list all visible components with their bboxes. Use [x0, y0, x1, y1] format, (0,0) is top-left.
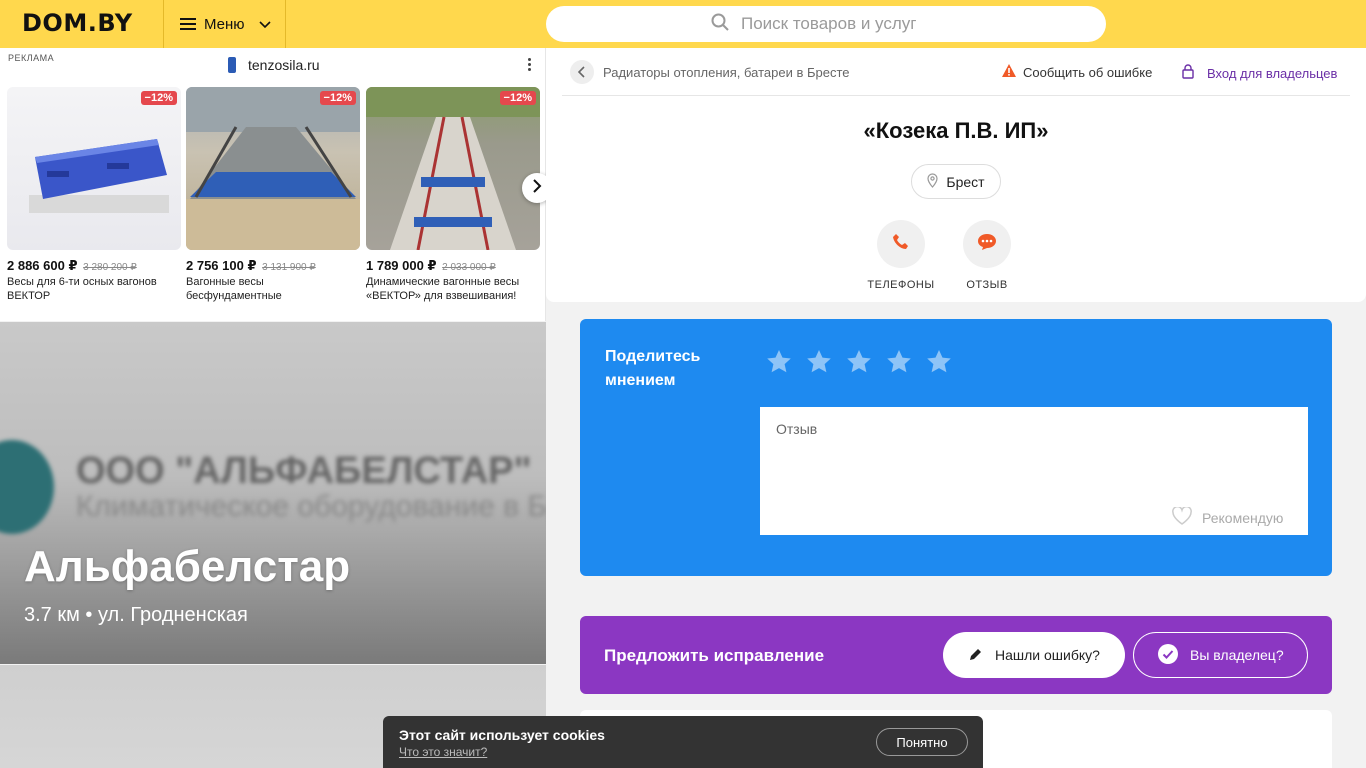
are-owner-button[interactable]: Вы владелец? [1133, 632, 1308, 678]
review-label: ОТЗЫВ [966, 279, 1008, 291]
search-bar[interactable] [546, 6, 1106, 42]
star-icon[interactable] [766, 349, 792, 379]
owner-login-link[interactable]: Вход для владельцев [1182, 64, 1337, 82]
ad-price: 2 886 600 ₽ 3 280 200 ₽ [7, 258, 137, 273]
ad-card-image: −12% [366, 87, 540, 250]
are-owner-label: Вы владелец? [1190, 647, 1284, 663]
ad-description: Весы для 6-ти осных вагонов ВЕКТОР [7, 276, 157, 302]
ad-old-price: 2 033 000 ₽ [442, 262, 496, 273]
suggest-correction-title: Предложить исправление [604, 646, 825, 665]
ad-old-price: 3 280 200 ₽ [83, 262, 137, 273]
ad-description: Динамические вагонные весы «ВЕКТОР» для … [366, 276, 520, 302]
report-error-label: Сообщить об ошибке [1023, 64, 1153, 80]
cookie-accept-button[interactable]: Понятно [876, 728, 968, 756]
menu-button[interactable]: Меню [163, 0, 286, 48]
found-error-button[interactable]: Нашли ошибку? [943, 632, 1125, 678]
ad-card-image: −12% [186, 87, 360, 250]
city-chip[interactable]: Брест [911, 164, 1001, 199]
ad-price: 2 756 100 ₽ 3 131 900 ₽ [186, 258, 316, 273]
ad-description: Вагонные весы бесфундаментные [186, 276, 282, 302]
back-arrow-icon[interactable] [570, 60, 594, 84]
recommend-label: Рекомендую [1202, 509, 1284, 526]
site-logo[interactable]: DOM.BY [22, 9, 133, 37]
discount-badge: −12% [499, 91, 536, 105]
more-options-icon[interactable] [524, 56, 534, 74]
blurred-logo-subtext: Климатическое оборудование в Бресте [76, 490, 546, 523]
phones-label: ТЕЛЕФОНЫ [867, 279, 935, 291]
top-bar: DOM.BY Меню [0, 0, 1366, 48]
search-icon [711, 13, 741, 36]
ad-price: 1 789 000 ₽ 2 033 000 ₽ [366, 258, 496, 273]
phone-button[interactable] [877, 220, 925, 268]
discount-badge: −12% [319, 91, 356, 105]
hamburger-icon [180, 18, 196, 30]
phones-action[interactable]: ТЕЛЕФОНЫ [861, 220, 941, 291]
cookie-info-link[interactable]: Что это значит? [399, 745, 487, 759]
ad-old-price: 3 131 900 ₽ [262, 262, 316, 273]
recommend-toggle[interactable]: Рекомендую [1172, 505, 1284, 528]
blurred-logo-text: ООО "АЛЬФАБЕЛСТАР" [76, 450, 532, 492]
ad-block: РЕКЛАМА tenzosila.ru −12% 2 886 600 ₽ 3 … [0, 48, 552, 321]
report-error-link[interactable]: Сообщить об ошибке [1002, 64, 1152, 80]
ad-domain-link[interactable]: tenzosila.ru [228, 57, 320, 73]
menu-label: Меню [204, 15, 245, 33]
warning-icon [1002, 64, 1023, 80]
rating-stars[interactable] [766, 349, 966, 379]
suggest-correction-panel: Предложить исправление Нашли ошибку? Вы … [580, 616, 1332, 694]
chat-bubble-icon [977, 233, 997, 256]
ad-card[interactable]: −12% 2 886 600 ₽ 3 280 200 ₽ Весы для 6-… [7, 87, 181, 303]
phone-icon [892, 233, 910, 256]
review-heading: Поделитесь мнением [605, 348, 701, 389]
nearby-company-card[interactable]: ООО "АЛЬФАБЕЛСТАР" Климатическое оборудо… [0, 322, 546, 664]
ad-card[interactable]: −12% 1 789 000 ₽ 2 033 000 ₽ Динамически… [366, 87, 540, 303]
divider [562, 95, 1350, 96]
company-header: Радиаторы отопления, батареи в Бресте Со… [546, 48, 1366, 302]
chevron-down-icon [258, 16, 271, 33]
discount-badge: −12% [140, 91, 177, 105]
star-icon[interactable] [886, 349, 912, 379]
owner-login-label: Вход для владельцев [1207, 65, 1338, 81]
ad-label: РЕКЛАМА [8, 53, 55, 63]
nearby-company-title: Альфабелстар [24, 542, 351, 591]
review-form: Поделитесь мнением Рекомендую [580, 319, 1332, 576]
company-logo [0, 440, 54, 534]
ad-favicon-icon [228, 57, 236, 73]
cookie-text: Этот сайт использует cookies [399, 727, 605, 743]
heart-icon [1172, 505, 1202, 528]
breadcrumb[interactable]: Радиаторы отопления, батареи в Бресте [570, 60, 850, 84]
breadcrumb-link[interactable]: Радиаторы отопления, батареи в Бресте [603, 65, 850, 80]
nearby-company-address: 3.7 км • ул. Гродненская [24, 604, 248, 626]
company-name: «Козека П.В. ИП» [863, 118, 1049, 143]
review-action[interactable]: ОТЗЫВ [947, 220, 1027, 291]
star-icon[interactable] [926, 349, 952, 379]
chevron-right-icon [532, 178, 542, 198]
star-icon[interactable] [846, 349, 872, 379]
review-button[interactable] [963, 220, 1011, 268]
cookie-banner: Этот сайт использует cookies Что это зна… [383, 716, 983, 768]
ad-domain-text: tenzosila.ru [248, 57, 320, 73]
found-error-label: Нашли ошибку? [995, 647, 1100, 663]
city-label: Брест [946, 173, 985, 190]
ad-card-image: −12% [7, 87, 181, 250]
ad-card[interactable]: −12% 2 756 100 ₽ 3 131 900 ₽ Вагонные ве… [186, 87, 360, 303]
search-input[interactable] [741, 14, 941, 34]
location-pin-icon [927, 172, 946, 191]
star-icon[interactable] [806, 349, 832, 379]
check-circle-icon [1158, 643, 1190, 667]
lock-icon [1182, 64, 1207, 82]
pencil-icon [969, 647, 995, 664]
